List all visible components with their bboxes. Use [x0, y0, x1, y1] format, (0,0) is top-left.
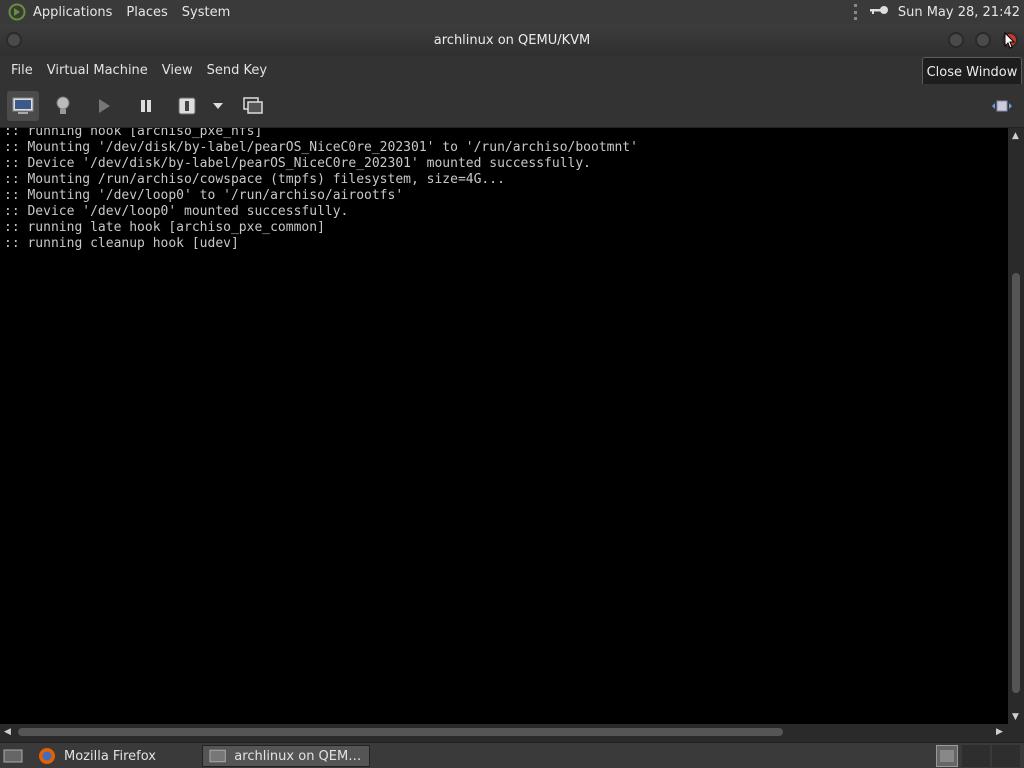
console-line: :: Device '/dev/loop0' mounted successfu…	[4, 204, 349, 219]
places-menu[interactable]: Places	[126, 5, 175, 20]
fullscreen-icon	[992, 100, 1012, 112]
taskbar-item-label: Mozilla Firefox	[64, 748, 156, 764]
scroll-left-icon[interactable]: ◀	[4, 727, 11, 737]
run-button[interactable]	[91, 94, 117, 118]
power-icon	[178, 97, 196, 115]
firefox-icon	[39, 748, 55, 764]
shutdown-menu-button[interactable]	[207, 94, 229, 118]
window-title: archlinux on QEMU/KVM	[433, 32, 591, 48]
console-line: :: running late hook [archiso_pxe_common…	[4, 220, 325, 235]
vm-console[interactable]: :: running hook [archiso_pxe_nfs] :: Mou…	[0, 128, 1008, 724]
applications-menu[interactable]: Applications	[33, 5, 120, 20]
menu-file[interactable]: File	[4, 63, 40, 78]
console-view-button[interactable]	[7, 91, 39, 121]
fullscreen-button[interactable]	[989, 94, 1015, 118]
menu-view[interactable]: View	[155, 63, 200, 78]
console-line: :: Device '/dev/disk/by-label/pearOS_Nic…	[4, 156, 591, 171]
pause-button[interactable]	[133, 94, 159, 118]
scroll-down-icon[interactable]: ▼	[1012, 712, 1019, 722]
taskbar-item-firefox[interactable]: Mozilla Firefox	[32, 745, 198, 767]
console-line: :: Mounting /run/archiso/cowspace (tmpfs…	[4, 172, 505, 187]
vm-window-icon	[209, 749, 226, 763]
workspace-switcher[interactable]	[936, 745, 958, 767]
console-line: :: Mounting '/dev/loop0' to '/run/archis…	[4, 188, 404, 203]
close-window-tooltip: Close Window	[922, 57, 1022, 87]
tray-handle[interactable]	[853, 4, 860, 20]
desktop-icon	[3, 749, 23, 763]
system-menu[interactable]: System	[182, 5, 238, 20]
monitor-icon	[12, 97, 34, 114]
lightbulb-icon	[56, 96, 70, 114]
menu-virtual-machine[interactable]: Virtual Machine	[40, 63, 155, 78]
play-icon	[99, 99, 110, 113]
window-titlebar[interactable]: archlinux on QEMU/KVM	[0, 24, 1024, 56]
vm-toolbar	[0, 84, 1024, 128]
console-line: :: Mounting '/dev/disk/by-label/pearOS_N…	[4, 140, 638, 155]
horizontal-scroll-thumb[interactable]	[18, 728, 783, 736]
shutdown-button[interactable]	[174, 94, 200, 118]
scroll-right-icon[interactable]: ▶	[996, 727, 1003, 737]
scroll-up-icon[interactable]: ▲	[1012, 131, 1019, 141]
workspace-3[interactable]	[992, 745, 1020, 767]
vertical-scrollbar[interactable]: ▲ ▼	[1008, 128, 1024, 724]
workspace-icon	[940, 750, 954, 762]
mouse-cursor-icon	[1004, 32, 1016, 49]
console-output: :: running hook [archiso_pxe_nfs] :: Mou…	[0, 128, 1008, 252]
chevron-down-icon	[213, 103, 223, 109]
console-line: :: running hook [archiso_pxe_nfs]	[4, 128, 263, 139]
menubar: File Virtual Machine View Send Key	[0, 56, 1024, 84]
minimize-button[interactable]	[948, 32, 964, 48]
menu-send-key[interactable]: Send Key	[200, 63, 274, 78]
vertical-scroll-thumb[interactable]	[1012, 273, 1020, 693]
horizontal-scrollbar[interactable]: ◀ ▶	[0, 724, 1024, 740]
snapshot-icon	[243, 97, 263, 114]
workspace-2[interactable]	[962, 745, 990, 767]
taskbar-item-vm[interactable]: archlinux on QEMU/...	[202, 745, 370, 767]
window-menu-button[interactable]	[6, 32, 22, 48]
snapshots-button[interactable]	[240, 94, 266, 118]
key-icon[interactable]	[868, 3, 890, 21]
show-desktop-button[interactable]	[0, 745, 26, 767]
bottom-taskbar: Mozilla Firefox archlinux on QEMU/...	[0, 742, 1024, 768]
top-panel: Applications Places System Sun May 28, 2…	[0, 0, 1024, 24]
pause-icon	[141, 100, 151, 112]
console-line: :: running cleanup hook [udev]	[4, 236, 239, 251]
clock[interactable]: Sun May 28, 21:42	[898, 5, 1020, 20]
distro-logo-icon[interactable]	[7, 2, 27, 22]
details-view-button[interactable]	[50, 94, 76, 118]
maximize-button[interactable]	[975, 32, 991, 48]
taskbar-item-label: archlinux on QEMU/...	[234, 748, 369, 764]
